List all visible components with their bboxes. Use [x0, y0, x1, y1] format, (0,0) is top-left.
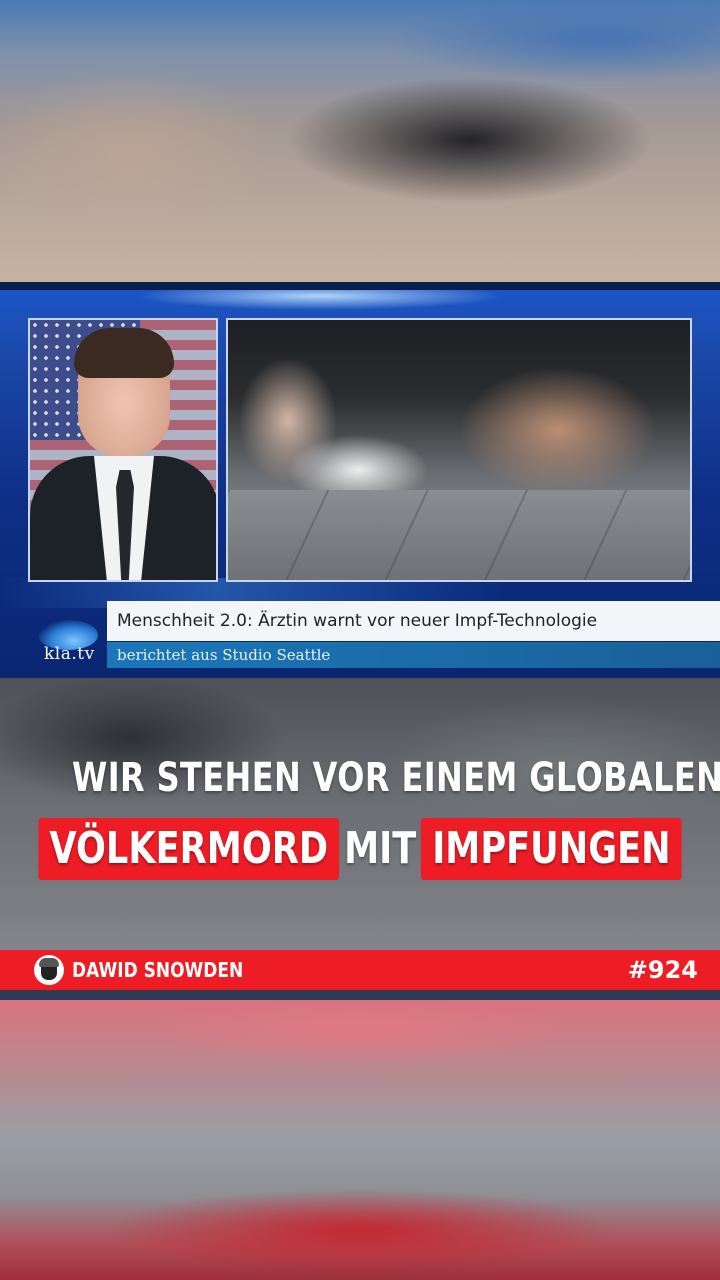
- anchor-hair: [74, 328, 174, 378]
- caption-plain-word: MIT: [344, 823, 417, 874]
- blurred-background-bottom: [0, 1000, 720, 1280]
- logo-text: kla.tv: [44, 644, 95, 664]
- news-headline: Menschheit 2.0: Ärztin warnt vor neuer I…: [107, 601, 720, 641]
- blurred-background-top: [0, 0, 720, 282]
- caption-line-2: VÖLKERMORD MIT IMPFUNGEN: [38, 814, 682, 884]
- footage-pavement: [228, 490, 690, 580]
- episode-number: #924: [627, 956, 698, 984]
- caption-highlight-2: IMPFUNGEN: [421, 818, 682, 880]
- channel-avatar-icon: [34, 955, 64, 985]
- news-subline: berichtet aus Studio Seattle: [107, 642, 720, 668]
- channel-name: DAWID SNOWDEN: [72, 958, 244, 982]
- channel-bar-underline: [0, 990, 720, 1000]
- video-frame: kla.tv Menschheit 2.0: Ärztin warnt vor …: [0, 0, 720, 1280]
- anchor-video-box: [28, 318, 218, 582]
- avatar-hair: [39, 958, 59, 967]
- caption-highlight-1: VÖLKERMORD: [38, 818, 340, 880]
- klatv-logo-icon: kla.tv: [34, 620, 104, 666]
- footage-video-box: [226, 318, 692, 582]
- caption-overlay: WIR STEHEN VOR EINEM GLOBALEN VÖLKERMORD…: [0, 750, 720, 884]
- channel-bar: DAWID SNOWDEN #924: [0, 950, 720, 990]
- caption-line-1: WIR STEHEN VOR EINEM GLOBALEN: [72, 755, 720, 801]
- news-broadcast-panel: kla.tv Menschheit 2.0: Ärztin warnt vor …: [0, 282, 720, 678]
